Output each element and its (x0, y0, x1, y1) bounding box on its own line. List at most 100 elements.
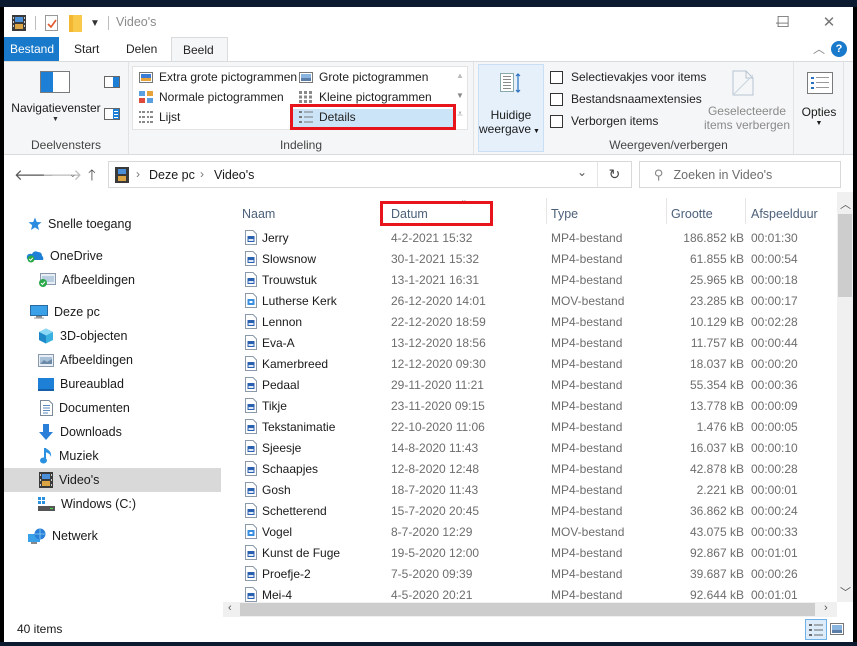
file-explorer-window: ▼ Video's — ☐ ✕ Bestand Start Delen Beel… (4, 7, 853, 642)
new-folder-icon[interactable] (69, 14, 82, 32)
checkbox-file-extensions[interactable]: Bestandsnaamextensies (550, 92, 702, 106)
scroll-down-icon[interactable]: ﹀ (840, 584, 851, 600)
sidebar-item-music[interactable]: Muziek (4, 444, 221, 468)
sidebar-item-label: Video's (59, 473, 100, 487)
sidebar-item-network[interactable]: Netwerk (4, 524, 221, 548)
file-row[interactable]: Eva-A 13-12-2020 18:56 MP4-bestand 11.757 k… (223, 333, 823, 354)
file-row[interactable]: Tekstanimatie 22-10-2020 11:06 MP4-bestand… (223, 417, 823, 438)
sidebar-item-quick-access[interactable]: Snelle toegang (4, 212, 221, 236)
help-icon[interactable]: ? (831, 41, 847, 57)
refresh-icon: ↻ (608, 166, 621, 182)
file-type: MP4-bestand (551, 378, 623, 392)
file-row[interactable]: Proefje-2 7-5-2020 09:39 MP4-bestand 39.687… (223, 564, 823, 585)
vertical-scrollbar[interactable]: ︿ ﹀ (837, 192, 853, 602)
file-name: Kunst de Fuge (262, 546, 341, 560)
sidebar-item-3d-objects[interactable]: 3D-objecten (4, 324, 221, 348)
refresh-button[interactable]: ↻ (597, 161, 632, 188)
layout-small-icons[interactable]: Kleine pictogrammen (299, 90, 432, 104)
layout-extra-large-icons[interactable]: Extra grote pictogrammen (139, 70, 297, 84)
tab-beeld[interactable]: Beeld (171, 37, 228, 61)
checkbox-item-check-boxes[interactable]: Selectievakjes voor items (550, 70, 706, 84)
sidebar-item-windows-c[interactable]: Windows (C:) (4, 492, 221, 516)
properties-icon[interactable] (45, 15, 59, 31)
file-row[interactable]: Schetterend 15-7-2020 20:45 MP4-bestand 36.… (223, 501, 823, 522)
horizontal-scroll-thumb[interactable] (240, 603, 815, 616)
file-row[interactable]: Kunst de Fuge 19-5-2020 12:00 MP4-bestand 9… (223, 543, 823, 564)
tab-start[interactable]: Start (62, 37, 111, 61)
file-row[interactable]: Trouwstuk 13-1-2021 16:31 MP4-bestand 25.96… (223, 270, 823, 291)
column-header-size[interactable]: Grootte (671, 202, 713, 226)
address-history-dropdown-icon[interactable]: ⌄ (577, 165, 587, 179)
large-icons-view-toggle[interactable] (830, 621, 846, 637)
gallery-scroll-up-icon[interactable]: ▲ (453, 71, 467, 80)
sidebar-item-onedrive[interactable]: OneDrive (4, 244, 221, 268)
preview-pane-icon[interactable] (104, 76, 120, 88)
file-row[interactable]: Vogel 8-7-2020 12:29 MOV-bestand 43.075 kB 0… (223, 522, 823, 543)
search-box[interactable]: ⚲ Zoeken in Video's (639, 161, 841, 188)
file-row[interactable]: Sjeesje 14-8-2020 11:43 MP4-bestand 16.037 … (223, 438, 823, 459)
navigation-pane-button[interactable]: Navigatievenster ▼ (10, 66, 102, 126)
options-button[interactable]: Opties ▼ (794, 62, 844, 154)
sidebar-item-documents[interactable]: Documenten (4, 396, 221, 420)
sidebar-item-this-pc[interactable]: Deze pc (4, 300, 221, 324)
checkbox-hidden-items[interactable]: Verborgen items (550, 114, 658, 128)
layout-medium-icons[interactable]: Normale pictogrammen (139, 90, 284, 104)
sidebar-item-desktop[interactable]: Bureaublad (4, 372, 221, 396)
sidebar-item-videos[interactable]: Video's (4, 468, 221, 492)
file-row[interactable]: Pedaal 29-11-2020 11:21 MP4-bestand 55.354 … (223, 375, 823, 396)
file-row[interactable]: Mei-4 4-5-2020 20:21 MP4-bestand 92.644 kB 0… (223, 585, 823, 603)
scroll-right-icon[interactable]: › (824, 602, 828, 614)
tab-bestand[interactable]: Bestand (4, 37, 59, 61)
sidebar-item-downloads[interactable]: Downloads (4, 420, 221, 444)
column-header-name[interactable]: Naam (242, 202, 275, 226)
file-size: 16.037 kB (689, 441, 744, 455)
vertical-scroll-thumb[interactable] (838, 214, 852, 297)
column-divider[interactable] (666, 198, 667, 224)
file-name: Tekstanimatie (262, 420, 336, 434)
videos-icon (39, 472, 53, 488)
file-row[interactable]: Schaapjes 12-8-2020 12:48 MP4-bestand 42.87… (223, 459, 823, 480)
scroll-up-icon[interactable]: ︿ (840, 196, 851, 212)
column-divider[interactable] (745, 198, 746, 224)
details-view-toggle[interactable] (805, 619, 827, 640)
tab-delen[interactable]: Delen (114, 37, 169, 61)
file-row[interactable]: Lutherse Kerk 26-12-2020 14:01 MOV-bestand… (223, 291, 823, 312)
checkbox[interactable] (550, 70, 563, 84)
customize-toolbar-icon[interactable]: ▼ (90, 18, 100, 29)
current-view-button[interactable]: Huidige weergave ▼ (478, 64, 544, 152)
breadcrumb-separator[interactable]: › (136, 167, 140, 181)
file-row[interactable]: Jerry 4-2-2021 15:32 MP4-bestand 186.852 kB… (223, 228, 823, 249)
frame-top-border (0, 0, 857, 7)
column-header-duration[interactable]: Afspeelduur (751, 202, 818, 226)
checkbox[interactable] (550, 92, 563, 106)
gallery-scroll-down-icon[interactable]: ▼ (453, 91, 467, 100)
close-button[interactable]: ✕ (806, 7, 852, 37)
file-duration: 00:02:28 (751, 315, 798, 329)
file-row[interactable]: Slowsnow 30-1-2021 15:32 MP4-bestand 61.855… (223, 249, 823, 270)
file-row[interactable]: Tikje 23-11-2020 09:15 MP4-bestand 13.778 k… (223, 396, 823, 417)
maximize-button[interactable]: ☐ (760, 7, 806, 37)
file-row[interactable]: Lennon 22-12-2020 18:59 MP4-bestand 10.129 … (223, 312, 823, 333)
breadcrumb-videos[interactable]: Video's (214, 168, 254, 182)
up-button[interactable]: 🡑 (88, 165, 96, 190)
address-bar[interactable]: › Deze pc › Video's ⌄ (108, 161, 632, 188)
details-pane-icon[interactable] (104, 108, 120, 120)
sidebar-item-pictures[interactable]: Afbeeldingen (4, 348, 221, 372)
recent-locations-button[interactable]: ⌄ (69, 169, 77, 180)
column-divider[interactable] (546, 198, 547, 224)
breadcrumb-deze-pc[interactable]: Deze pc (149, 168, 195, 182)
hide-selected-items-button[interactable]: Geselecteerde items verbergen (702, 66, 792, 132)
file-name: Proefje-2 (262, 567, 311, 581)
scroll-left-icon[interactable]: ‹ (228, 602, 232, 614)
collapse-ribbon-icon[interactable]: ︿ (813, 40, 825, 57)
horizontal-scrollbar[interactable]: ‹ › (223, 602, 837, 617)
checkbox[interactable] (550, 114, 563, 128)
file-row[interactable]: Kamerbreed 12-12-2020 09:30 MP4-bestand 18.… (223, 354, 823, 375)
column-header-type[interactable]: Type (551, 202, 578, 226)
layout-large-icons[interactable]: Grote pictogrammen (299, 70, 428, 84)
breadcrumb-separator[interactable]: › (200, 167, 204, 181)
file-row[interactable]: Gosh 18-7-2020 11:43 MP4-bestand 2.221 kB 00… (223, 480, 823, 501)
layout-list[interactable]: Lijst (139, 110, 180, 124)
sidebar-item-onedrive-pictures[interactable]: Afbeeldingen (4, 268, 221, 292)
minimize-button-real[interactable] (714, 7, 760, 37)
